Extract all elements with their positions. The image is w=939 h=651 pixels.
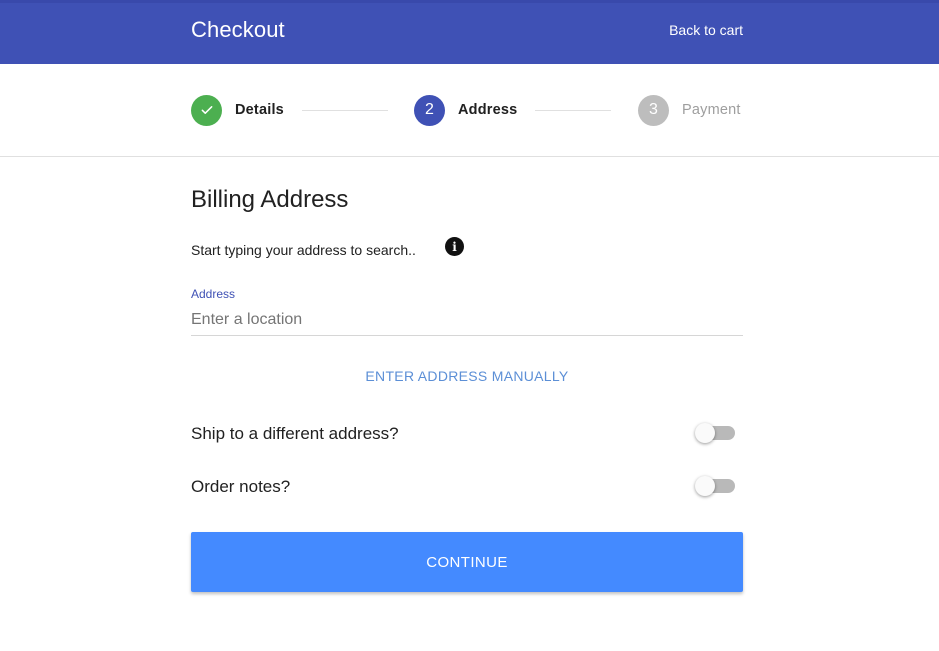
step-label-payment: Payment [682,102,741,118]
step-details[interactable]: Details [191,94,284,126]
toggle-knob [695,423,715,443]
page-title: Billing Address [191,186,349,213]
ship-different-toggle[interactable] [695,423,735,443]
continue-button[interactable]: CONTINUE [191,532,743,592]
step-address[interactable]: 2 Address [414,94,517,126]
header-title: Checkout [191,17,285,42]
toggle-knob [695,476,715,496]
step-connector [302,110,388,111]
info-icon[interactable]: i [445,237,464,256]
back-to-cart-link[interactable]: Back to cart [669,22,743,38]
step-payment[interactable]: 3 Payment [638,94,741,126]
ship-different-label: Ship to a different address? [191,424,399,443]
address-field-label: Address [191,287,236,301]
checkout-stepper: Details 2 Address 3 Payment [0,64,939,157]
address-input[interactable] [191,305,743,336]
order-notes-label: Order notes? [191,477,291,496]
order-notes-toggle[interactable] [695,476,735,496]
step-label-details: Details [235,102,284,118]
app-header: Checkout Back to cart [0,0,939,64]
step-label-address: Address [458,102,518,118]
enter-address-manually-button[interactable]: ENTER ADDRESS MANUALLY [191,368,743,384]
step-number-payment: 3 [638,94,669,126]
search-hint: Start typing your address to search.. [191,242,416,258]
check-icon [191,94,222,126]
ship-different-row: Ship to a different address? [191,420,743,450]
step-number-address: 2 [414,94,445,126]
step-connector [535,110,611,111]
order-notes-row: Order notes? [191,473,743,503]
